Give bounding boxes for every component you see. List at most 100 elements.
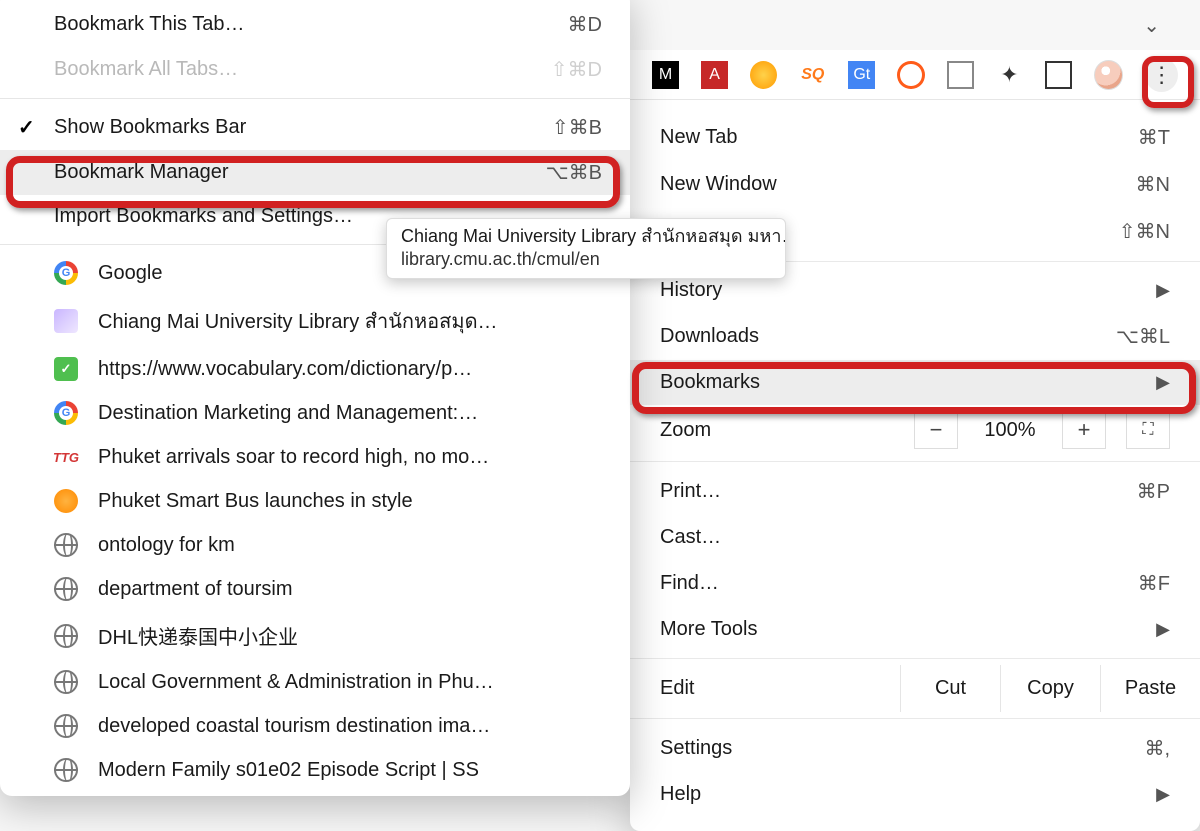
bookmarks-submenu: Bookmark This Tab… ⌘D Bookmark All Tabs…… xyxy=(0,0,630,796)
menu-item-label: New Window xyxy=(660,173,777,196)
sidepanel-icon[interactable] xyxy=(1045,61,1072,89)
menu-settings[interactable]: Settings ⌘, xyxy=(630,725,1200,772)
tooltip-url: library.cmu.ac.th/cmul/en xyxy=(401,248,771,271)
check-favicon-icon: ✓ xyxy=(54,357,78,381)
bookmark-label: Modern Family s01e02 Episode Script | SS xyxy=(98,759,479,782)
menu-item-label: Show Bookmarks Bar xyxy=(54,116,246,139)
bookmark-item[interactable]: ✓ https://www.vocabulary.com/dictionary/… xyxy=(0,347,630,391)
bookmark-label: Google xyxy=(98,262,163,285)
profile-avatar[interactable] xyxy=(1094,60,1123,90)
menu-bookmark-manager[interactable]: Bookmark Manager ⌥⌘B xyxy=(0,150,630,195)
menu-item-label: Print… xyxy=(660,480,721,503)
reader-icon[interactable] xyxy=(947,61,974,89)
bookmark-label: Local Government & Administration in Phu… xyxy=(98,671,494,694)
globe-icon xyxy=(54,533,78,557)
menu-item-label: Bookmark This Tab… xyxy=(54,13,244,36)
kebab-menu-icon[interactable]: ⋮ xyxy=(1145,58,1178,92)
shortcut-label: ⇧⌘B xyxy=(552,115,602,140)
menu-item-label: Settings xyxy=(660,737,732,760)
shortcut-label: ⌥⌘L xyxy=(1116,324,1170,349)
menu-cast[interactable]: Cast… xyxy=(630,515,1200,560)
bookmark-label: Chiang Mai University Library สำนักหอสมุ… xyxy=(98,305,498,337)
orange-favicon-icon xyxy=(54,489,78,513)
menu-item-label: Bookmarks xyxy=(660,371,760,394)
menu-item-label: Downloads xyxy=(660,325,759,348)
bookmark-label: developed coastal tourism destination im… xyxy=(98,715,490,738)
zoom-out-button[interactable]: − xyxy=(914,411,958,449)
menu-find[interactable]: Find… ⌘F xyxy=(630,560,1200,607)
bookmark-item[interactable]: developed coastal tourism destination im… xyxy=(0,704,630,748)
bookmark-item[interactable]: Modern Family s01e02 Episode Script | SS xyxy=(0,748,630,792)
zoom-value: 100% xyxy=(970,419,1050,442)
check-icon: ✓ xyxy=(18,115,35,140)
zoom-label: Zoom xyxy=(660,419,902,442)
bookmark-item[interactable]: DHL快递泰国中小企业 xyxy=(0,611,630,660)
globe-icon xyxy=(54,714,78,738)
globe-icon xyxy=(54,577,78,601)
menu-bookmark-this-tab[interactable]: Bookmark This Tab… ⌘D xyxy=(0,2,630,47)
google-translate-icon[interactable]: Gt xyxy=(848,61,875,89)
bookmark-item[interactable]: Chiang Mai University Library สำนักหอสมุ… xyxy=(0,295,630,347)
bookmark-label: department of toursim xyxy=(98,578,293,601)
google-icon: G xyxy=(54,261,78,285)
bookmark-item[interactable]: department of toursim xyxy=(0,567,630,611)
favicon-icon xyxy=(54,309,78,333)
extension-icon[interactable]: A xyxy=(701,61,728,89)
menu-downloads[interactable]: Downloads ⌥⌘L xyxy=(630,313,1200,360)
bookmark-item[interactable]: Local Government & Administration in Phu… xyxy=(0,660,630,704)
extension-icon[interactable] xyxy=(897,61,924,89)
copy-button[interactable]: Copy xyxy=(1000,665,1100,712)
chrome-window-right: ⌄ M A SQ Gt ✦ ⋮ New Tab ⌘T New Window ⌘N… xyxy=(630,0,1200,831)
separator xyxy=(630,461,1200,462)
fullscreen-button[interactable]: ⛶ xyxy=(1126,411,1170,449)
menu-new-tab[interactable]: New Tab ⌘T xyxy=(630,114,1200,161)
menu-item-label: Help xyxy=(660,783,701,806)
bookmark-item[interactable]: TTG Phuket arrivals soar to record high,… xyxy=(0,435,630,479)
menu-item-label: More Tools xyxy=(660,618,757,641)
ttg-favicon-icon: TTG xyxy=(54,445,78,469)
extensions-puzzle-icon[interactable]: ✦ xyxy=(996,61,1023,89)
extension-icon[interactable]: SQ xyxy=(799,61,826,89)
bookmark-item[interactable]: G Destination Marketing and Management:… xyxy=(0,391,630,435)
tabs-collapse-row: ⌄ xyxy=(630,0,1200,50)
shortcut-label: ⌘F xyxy=(1138,571,1170,596)
bookmark-label: Phuket Smart Bus launches in style xyxy=(98,490,413,513)
menu-item-label: Bookmark All Tabs… xyxy=(54,58,238,81)
menu-zoom-row: Zoom − 100% + ⛶ xyxy=(630,405,1200,455)
bookmark-tooltip: Chiang Mai University Library สำนักหอสมุ… xyxy=(386,218,786,279)
separator xyxy=(0,98,630,99)
shortcut-label: ⌘T xyxy=(1138,125,1170,150)
bookmark-label: ontology for km xyxy=(98,534,235,557)
menu-bookmark-all-tabs: Bookmark All Tabs… ⇧⌘D xyxy=(0,47,630,92)
chevron-right-icon: ▶ xyxy=(1156,372,1170,393)
cut-button[interactable]: Cut xyxy=(900,665,1000,712)
menu-print[interactable]: Print… ⌘P xyxy=(630,468,1200,515)
menu-help[interactable]: Help ▶ xyxy=(630,772,1200,817)
bookmark-label: https://www.vocabulary.com/dictionary/p… xyxy=(98,358,472,381)
menu-bookmarks[interactable]: Bookmarks ▶ xyxy=(630,360,1200,405)
menu-item-label: History xyxy=(660,279,722,302)
shortcut-label: ⌘D xyxy=(568,12,602,37)
globe-icon xyxy=(54,624,78,648)
extension-icon[interactable]: M xyxy=(652,61,679,89)
menu-item-label: Bookmark Manager xyxy=(54,161,229,184)
tooltip-title: Chiang Mai University Library สำนักหอสมุ… xyxy=(401,225,771,248)
chevron-down-icon[interactable]: ⌄ xyxy=(1143,13,1160,38)
shortcut-label: ⇧⌘D xyxy=(551,57,602,82)
extensions-toolbar: M A SQ Gt ✦ ⋮ xyxy=(630,50,1200,100)
shortcut-label: ⌘P xyxy=(1137,479,1170,504)
paste-button[interactable]: Paste xyxy=(1100,665,1200,712)
bookmark-item[interactable]: Phuket Smart Bus launches in style xyxy=(0,479,630,523)
chevron-right-icon: ▶ xyxy=(1156,619,1170,640)
menu-new-window[interactable]: New Window ⌘N xyxy=(630,161,1200,208)
chevron-right-icon: ▶ xyxy=(1156,280,1170,301)
google-icon: G xyxy=(54,401,78,425)
bookmark-label: Phuket arrivals soar to record high, no … xyxy=(98,446,489,469)
zoom-in-button[interactable]: + xyxy=(1062,411,1106,449)
chrome-main-menu: New Tab ⌘T New Window ⌘N nito Window ⇧⌘N… xyxy=(630,100,1200,831)
menu-more-tools[interactable]: More Tools ▶ xyxy=(630,607,1200,652)
bookmark-item[interactable]: ontology for km xyxy=(0,523,630,567)
extension-icon[interactable] xyxy=(750,61,777,89)
menu-show-bookmarks-bar[interactable]: ✓ Show Bookmarks Bar ⇧⌘B xyxy=(0,105,630,150)
menu-item-label: New Tab xyxy=(660,126,737,149)
